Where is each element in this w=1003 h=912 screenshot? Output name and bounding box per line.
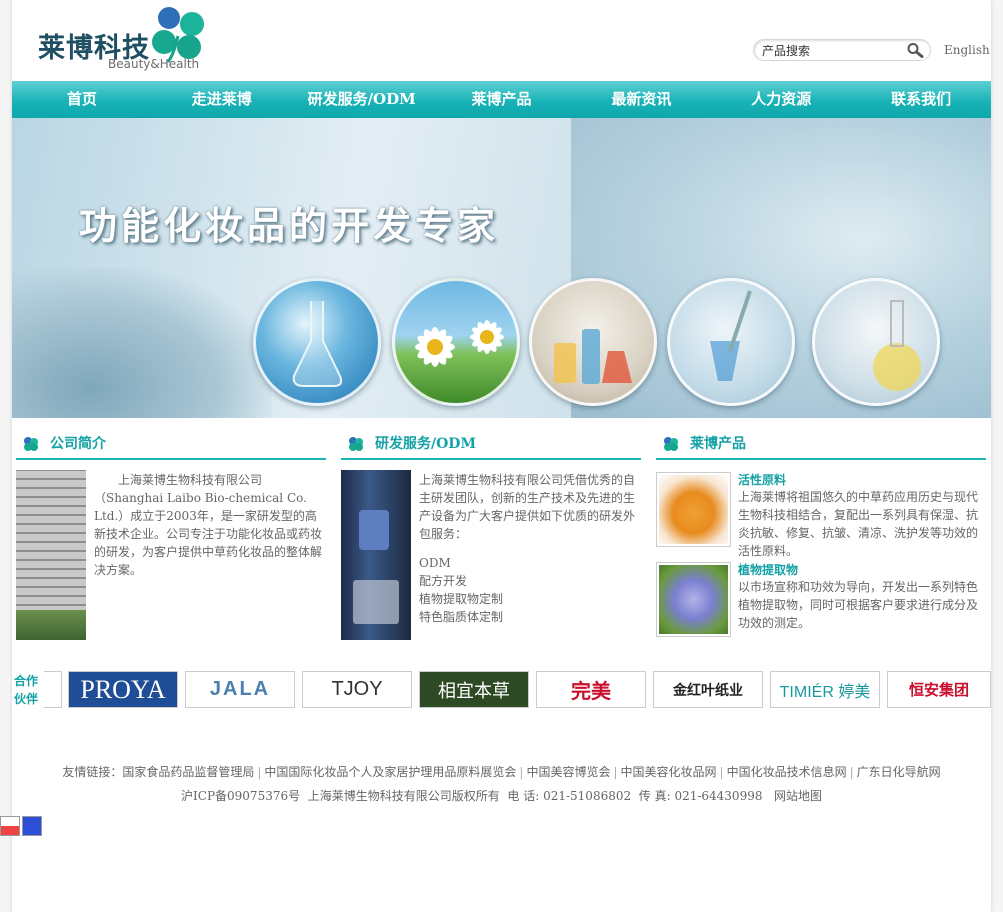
lab-equipment-image — [341, 470, 411, 640]
company-intro-heading[interactable]: 公司简介 — [16, 430, 326, 460]
partner-logo-inoherb[interactable]: 相宜本草 — [419, 671, 529, 708]
stats-badges — [0, 816, 44, 836]
banner-circle-round-flask — [812, 278, 940, 406]
banner-circle-flasks — [253, 278, 381, 406]
rnd-service-item[interactable]: 特色脂质体定制 — [419, 608, 503, 626]
clover-leaf-icon — [664, 437, 678, 451]
rnd-odm-heading[interactable]: 研发服务/ODM — [341, 430, 641, 460]
friend-link[interactable]: 中国化妆品技术信息网 — [727, 765, 847, 779]
rnd-odm-text: 上海莱博生物科技有限公司凭借优秀的自主研发团队，创新的生产技术及先进的生产设备为… — [419, 473, 636, 541]
friend-link[interactable]: 广东日化导航网 — [857, 765, 941, 779]
product-item-active-ingredients[interactable]: 活性原料 上海莱博将祖国悠久的中草药应用历史与现代生物科技相结合，复配出一系列具… — [656, 471, 986, 558]
rnd-odm-title: 研发服务/ODM — [375, 436, 476, 452]
products-title: 莱博产品 — [690, 436, 746, 452]
copyright-text: 上海莱博生物科技有限公司版权所有 — [307, 789, 500, 803]
products-section: 莱博产品 活性原料 上海莱博将祖国悠久的中草药应用历史与现代生物科技相结合，复配… — [656, 430, 986, 637]
cnzz-stat-icon[interactable] — [0, 816, 20, 836]
rnd-services-list: ODM 配方开发 植物提取物定制 特色脂质体定制 — [419, 554, 503, 626]
company-intro-text: 上海莱博生物科技有限公司（Shanghai Laibo Bio-chemical… — [94, 473, 323, 577]
icp-link[interactable]: 沪ICP备09075376号 — [181, 789, 300, 803]
baidu-paw-icon[interactable] — [22, 816, 42, 836]
nav-contact[interactable]: 联系我们 — [851, 81, 991, 118]
product-desc: 以市场宣称和功效为导向，开发出一系列特色植物提取物，同时可根据客户要求进行成分及… — [738, 580, 979, 630]
banner-circle-pipette — [667, 278, 795, 406]
main-nav: 首页 走进莱博 研发服务/ODM 莱博产品 最新资讯 人力资源 联系我们 — [12, 81, 991, 118]
banner-circle-beakers — [529, 278, 657, 406]
header: 莱博科技 Beauty&Health English — [12, 0, 991, 81]
clover-leaf-icon — [349, 437, 363, 451]
partner-logo-proya[interactable]: PROYA — [68, 671, 178, 708]
clover-leaf-icon — [24, 437, 38, 451]
product-name[interactable]: 植物提取物 — [738, 561, 798, 578]
company-building-image — [16, 470, 86, 640]
partners-label: 合作伙伴 — [13, 674, 38, 706]
products-heading[interactable]: 莱博产品 — [656, 430, 986, 460]
rnd-service-item[interactable]: 植物提取物定制 — [419, 590, 503, 608]
partner-logo-jala[interactable]: JALA — [185, 671, 295, 708]
search-box — [753, 39, 931, 61]
copyright-line: 沪ICP备09075376号 上海莱博生物科技有限公司版权所有 电 话: 021… — [12, 784, 991, 808]
rnd-odm-section: 研发服务/ODM 上海莱博生物科技有限公司凭借优秀的自主研发团队，创新的生产技术… — [341, 430, 641, 640]
product-jar-image[interactable] — [656, 472, 731, 547]
partner-logo-gold-hongye[interactable]: 金红叶纸业 — [653, 671, 763, 708]
friend-link[interactable]: 国家食品药品监督管理局 — [122, 765, 254, 779]
page: 莱博科技 Beauty&Health English 首页 走进莱博 研发服务/… — [12, 0, 991, 912]
hero-banner: 功能化妆品的开发专家 — [12, 118, 991, 418]
product-name[interactable]: 活性原料 — [738, 471, 786, 488]
logo-text-en: Beauty&Health — [108, 57, 200, 71]
logo[interactable]: 莱博科技 Beauty&Health — [36, 4, 216, 74]
nav-rnd-odm[interactable]: 研发服务/ODM — [292, 81, 432, 118]
fax-text: 传 真: 021-64430998 — [638, 789, 763, 803]
banner-title: 功能化妆品的开发专家 — [79, 204, 500, 248]
rnd-service-item[interactable]: ODM — [419, 554, 503, 572]
friend-links: 友情链接：国家食品药品监督管理局 | 中国国际化妆品个人及家居护理用品原料展览会 | 中… — [62, 765, 941, 779]
nav-hr[interactable]: 人力资源 — [711, 81, 851, 118]
english-link[interactable]: English — [944, 43, 990, 57]
friend-link[interactable]: 中国美容博览会 — [526, 765, 610, 779]
search-input[interactable] — [762, 42, 902, 58]
partner-logo-partial[interactable] — [44, 671, 62, 708]
rnd-service-item[interactable]: 配方开发 — [419, 572, 503, 590]
product-item-plant-extracts[interactable]: 植物提取物 以市场宣称和功效为导向，开发出一系列特色植物提取物，同时可根据客户要… — [656, 562, 986, 647]
sitemap-link[interactable]: 网站地图 — [774, 789, 822, 803]
content-sections: 公司简介 上海莱博生物科技有限公司（Shanghai Laibo Bio-che… — [12, 418, 991, 650]
nav-home[interactable]: 首页 — [12, 81, 152, 118]
banner-lab-bg-left — [12, 268, 272, 418]
nav-about[interactable]: 走进莱博 — [152, 81, 292, 118]
company-intro-section: 公司简介 上海莱博生物科技有限公司（Shanghai Laibo Bio-che… — [16, 430, 326, 640]
product-flower-image[interactable] — [656, 562, 731, 637]
nav-news[interactable]: 最新资讯 — [571, 81, 711, 118]
friend-links-label: 友情链接： — [62, 765, 123, 779]
search-icon[interactable] — [906, 42, 924, 58]
clover-logo-icon — [152, 7, 204, 63]
footer: 友情链接：国家食品药品监督管理局 | 中国国际化妆品个人及家居护理用品原料展览会 | 中… — [12, 760, 991, 808]
partner-logo-tjoy[interactable]: TJOY — [302, 671, 412, 708]
friend-link[interactable]: 中国国际化妆品个人及家居护理用品原料展览会 — [264, 765, 516, 779]
partner-logo-timier[interactable]: TIMIÉR 婷美 — [770, 671, 880, 708]
banner-circle-daisies — [392, 278, 520, 406]
nav-products[interactable]: 莱博产品 — [432, 81, 572, 118]
company-intro-title: 公司简介 — [50, 436, 106, 452]
partners-strip: 合作伙伴 PROYA JALA TJOY 相宜本草 完美 金红叶纸业 TIMIÉ… — [12, 668, 991, 712]
partner-logo-perfect[interactable]: 完美 — [536, 671, 646, 708]
friend-link[interactable]: 中国美容化妆品网 — [621, 765, 717, 779]
partner-logo-hengan[interactable]: 恒安集团 — [887, 671, 991, 708]
product-desc: 上海莱博将祖国悠久的中草药应用历史与现代生物科技相结合，复配出一系列具有保湿、抗… — [738, 490, 979, 558]
phone-text: 电 话: 021-51086802 — [507, 789, 632, 803]
